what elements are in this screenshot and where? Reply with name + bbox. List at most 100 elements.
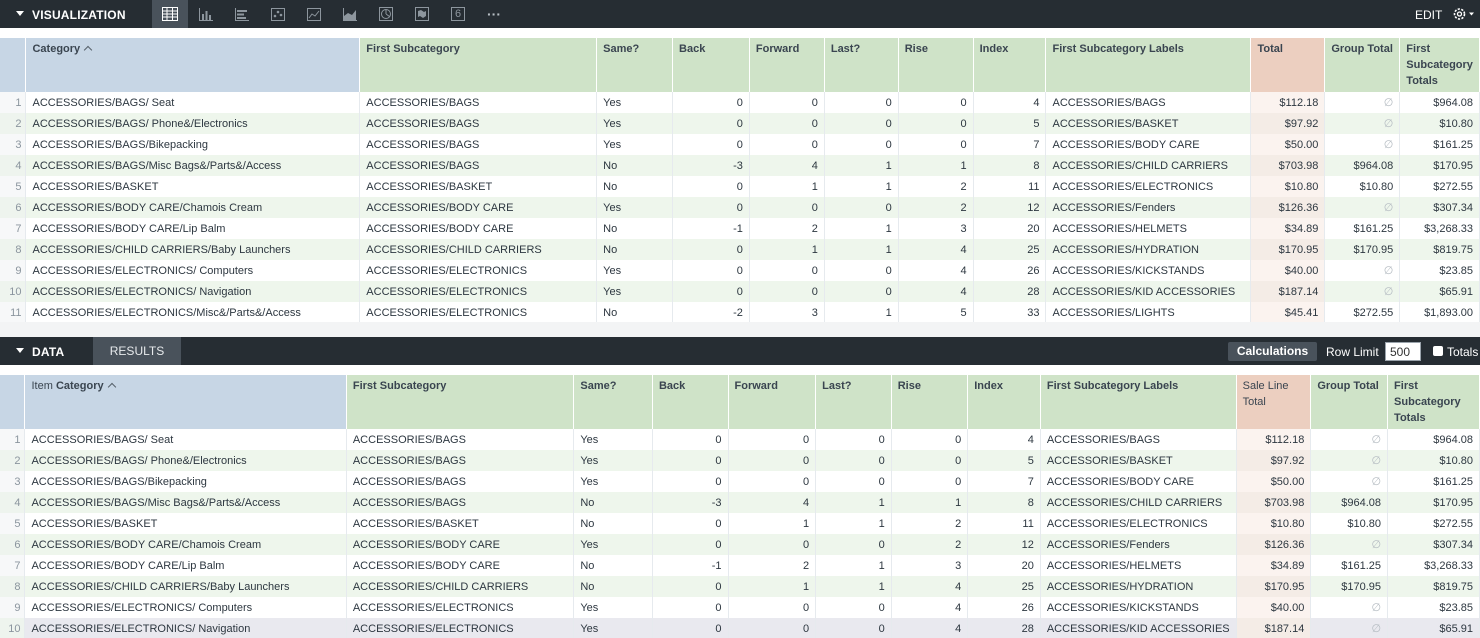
scatter-icon[interactable] [260,0,296,28]
map-icon[interactable] [404,0,440,28]
cell-back: 0 [652,450,729,471]
table-row[interactable]: 7 ACCESSORIES/BODY CARE/Lip Balm ACCESSORI… [0,555,1480,576]
forward-column-header[interactable]: Forward [749,38,825,92]
cell-index: 8 [973,155,1047,176]
table-row[interactable]: 4 ACCESSORIES/BAGS/Misc Bags&/Parts&/Acce… [0,492,1480,513]
cell-first-subcategory: ACCESSORIES/CHILD CARRIERS [346,576,575,597]
totals-checkbox[interactable] [1433,346,1443,356]
group-total-column-header[interactable]: Group Total [1324,38,1401,92]
table-row[interactable]: 1 ACCESSORIES/BAGS/ Seat ACCESSORIES/BAGS Y… [0,429,1480,450]
table-row[interactable]: 2 ACCESSORIES/BAGS/ Phone&/Electronics ACC… [0,450,1480,471]
cell-same: Yes [596,92,674,113]
area-chart-icon[interactable] [332,0,368,28]
cell-last: 0 [815,534,892,555]
row-number: 9 [0,260,27,281]
labels-column-header[interactable]: First Subcategory Labels [1045,38,1252,92]
cell-first-subcategory: ACCESSORIES/BODY CARE [359,218,598,239]
cell-same: No [573,492,653,513]
total-column-header[interactable]: Total [1250,38,1326,92]
cell-back: -3 [672,155,750,176]
bar-chart-icon[interactable] [188,0,224,28]
cell-forward: 0 [749,281,825,302]
subcategory-totals-column-header[interactable]: First Subcategory Totals [1399,38,1480,92]
same-column-header[interactable]: Same? [573,375,653,429]
line-chart-icon[interactable] [296,0,332,28]
subcategory-totals-column-header[interactable]: First Subcategory Totals [1387,375,1480,429]
group-total-column-header[interactable]: Group Total [1310,375,1389,429]
sale-line-total-column-header[interactable]: Sale Line Total [1236,375,1312,429]
visualization-title[interactable]: VISUALIZATION [32,8,126,22]
table-row[interactable]: 4 ACCESSORIES/BAGS/Misc Bags&/Parts&/Acce… [0,155,1480,176]
table-row[interactable]: 3 ACCESSORIES/BAGS/Bikepacking ACCESSORIES… [0,471,1480,492]
same-column-header[interactable]: Same? [596,38,674,92]
cell-rise: 4 [891,597,969,618]
cell-index: 11 [967,513,1041,534]
cell-same: Yes [573,450,653,471]
cell-group-total: $10.80 [1310,513,1389,534]
calculations-button[interactable]: Calculations [1228,342,1317,361]
first-subcategory-column-header[interactable]: First Subcategory [359,38,598,92]
more-icon[interactable]: ··· [476,0,512,28]
last-column-header[interactable]: Last? [824,38,899,92]
row-number: 4 [0,155,27,176]
row-limit-input[interactable] [1385,342,1421,361]
table-row[interactable]: 10 ACCESSORIES/ELECTRONICS/ Navigation ACC… [0,281,1480,302]
collapse-visualization-caret-icon[interactable] [16,11,24,16]
pie-chart-icon[interactable] [368,0,404,28]
table-row[interactable]: 11 ACCESSORIES/ELECTRONICS/Misc&/Parts&/A… [0,302,1480,323]
table-row[interactable]: 2 ACCESSORIES/BAGS/ Phone&/Electronics ACC… [0,113,1480,134]
table-row[interactable]: 6 ACCESSORIES/BODY CARE/Chamois Cream ACCE… [0,534,1480,555]
gear-icon[interactable] [1452,6,1476,25]
cell-forward: 0 [728,450,817,471]
visualization-type-picker: 6 ··· [152,0,512,28]
table-icon[interactable] [152,0,188,28]
cell-subcategory-label: ACCESSORIES/BAGS [1045,92,1252,113]
edit-button[interactable]: EDIT [1415,8,1442,22]
table-row[interactable]: 5 ACCESSORIES/BASKET ACCESSORIES/BASKET No 0… [0,513,1480,534]
table-row[interactable]: 9 ACCESSORIES/ELECTRONICS/ Computers ACCES… [0,597,1480,618]
table-row[interactable]: 9 ACCESSORIES/ELECTRONICS/ Computers ACCES… [0,260,1480,281]
cell-forward: 4 [749,155,825,176]
back-column-header[interactable]: Back [652,375,729,429]
cell-same: No [573,555,653,576]
rise-column-header[interactable]: Rise [898,38,974,92]
cell-rise: 4 [891,618,969,638]
cell-last: 0 [815,597,892,618]
cell-category: ACCESSORIES/BODY CARE/Chamois Cream [24,534,347,555]
table-row[interactable]: 8 ACCESSORIES/CHILD CARRIERS/Baby Launche… [0,576,1480,597]
cell-total: $170.95 [1236,576,1312,597]
index-column-header[interactable]: Index [967,375,1041,429]
collapse-data-caret-icon[interactable] [16,348,24,353]
last-column-header[interactable]: Last? [815,375,892,429]
cell-index: 26 [973,260,1047,281]
data-title[interactable]: DATA [32,345,64,359]
cell-category: ACCESSORIES/BODY CARE/Chamois Cream [25,197,361,218]
table-row[interactable]: 3 ACCESSORIES/BAGS/Bikepacking ACCESSORIES… [0,134,1480,155]
table-row[interactable]: 8 ACCESSORIES/CHILD CARRIERS/Baby Launche… [0,239,1480,260]
cell-forward: 4 [728,492,817,513]
row-number: 8 [0,239,27,260]
labels-column-header[interactable]: First Subcategory Labels [1040,375,1237,429]
first-subcategory-column-header[interactable]: First Subcategory [346,375,575,429]
row-number: 11 [0,302,27,323]
item-category-column-header[interactable]: Item Category [24,375,347,429]
cell-total: $187.14 [1236,618,1312,638]
table-row[interactable]: 5 ACCESSORIES/BASKET ACCESSORIES/BASKET No 0… [0,176,1480,197]
forward-column-header[interactable]: Forward [728,375,817,429]
row-number: 3 [0,134,27,155]
back-column-header[interactable]: Back [672,38,750,92]
table-row[interactable]: 7 ACCESSORIES/BODY CARE/Lip Balm ACCESSORI… [0,218,1480,239]
category-column-header[interactable]: Category [25,38,361,92]
single-value-icon[interactable]: 6 [440,0,476,28]
cell-subcategory-label: ACCESSORIES/CHILD CARRIERS [1045,155,1252,176]
cell-back: 0 [672,197,750,218]
tab-results[interactable]: RESULTS [93,337,181,365]
rise-column-header[interactable]: Rise [891,375,969,429]
cell-subcategory-total: $65.91 [1387,618,1480,638]
table-row[interactable]: 1 ACCESSORIES/BAGS/ Seat ACCESSORIES/BAGS Y… [0,92,1480,113]
index-column-header[interactable]: Index [973,38,1047,92]
table-row[interactable]: 10 ACCESSORIES/ELECTRONICS/ Navigation ACC… [0,618,1480,638]
table-row[interactable]: 6 ACCESSORIES/BODY CARE/Chamois Cream ACCE… [0,197,1480,218]
horizontal-bar-icon[interactable] [224,0,260,28]
cell-index: 26 [967,597,1041,618]
